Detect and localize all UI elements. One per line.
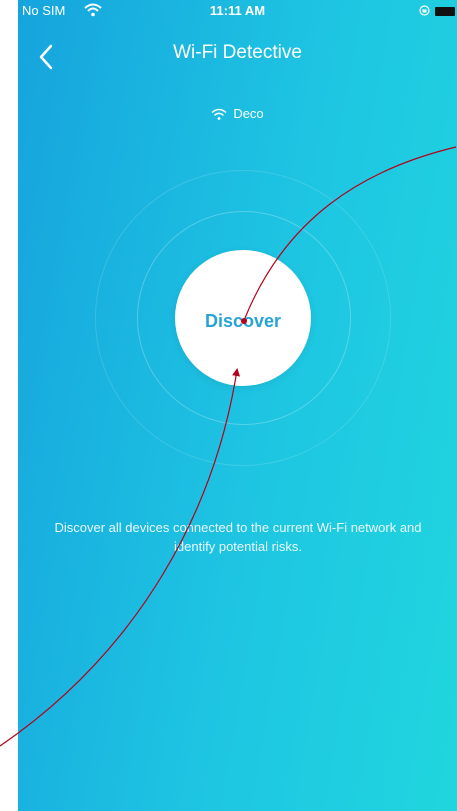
app-screen: No SIM 11:11 AM Wi-Fi Detective Deco Dis… bbox=[18, 0, 457, 811]
orientation-lock-icon bbox=[419, 5, 430, 16]
page-title: Wi-Fi Detective bbox=[173, 42, 302, 63]
status-bar: No SIM 11:11 AM bbox=[18, 0, 457, 24]
battery-icon bbox=[435, 7, 455, 16]
network-name-row: Deco bbox=[18, 106, 457, 121]
discover-button[interactable]: Discover bbox=[175, 250, 311, 386]
network-name: Deco bbox=[233, 106, 264, 121]
status-time: 11:11 AM bbox=[209, 3, 266, 18]
wifi-icon bbox=[211, 108, 227, 120]
description-text: Discover all devices connected to the cu… bbox=[54, 520, 422, 554]
discover-label: Discover bbox=[204, 311, 282, 331]
